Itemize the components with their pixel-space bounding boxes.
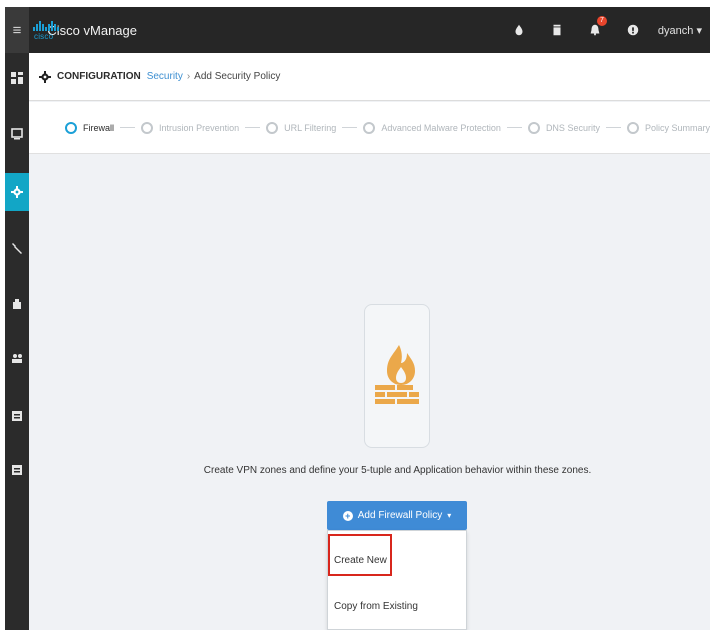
add-firewall-policy-label: Add Firewall Policy — [357, 510, 443, 521]
vanalytics-2-icon[interactable] — [5, 451, 29, 489]
step-circle-icon — [141, 121, 154, 134]
help-icon[interactable] — [614, 7, 652, 53]
step-label: Firewall — [83, 122, 115, 133]
menu-icon[interactable]: ≡ — [5, 7, 29, 53]
step-circle-icon — [527, 121, 540, 134]
app-logo[interactable]: cisco Cisco vManage — [33, 13, 137, 47]
breadcrumb-separator: › — [186, 71, 191, 82]
step-circle-icon — [65, 121, 77, 134]
bell-icon[interactable]: 7 — [576, 7, 614, 53]
step-label: URL Filtering — [284, 122, 337, 133]
step-connector — [120, 127, 136, 128]
vmanage-window: ≡ cisco Cisco vManage 7 dyanch ▾ CONFIGU… — [5, 7, 710, 630]
notification-badge: 7 — [596, 16, 607, 26]
step-label: Advanced Malware Protection — [381, 122, 501, 133]
step-connector — [605, 127, 621, 128]
empty-state-description: Create VPN zones and define your 5-tuple… — [203, 465, 592, 476]
cisco-logo-text: cisco — [34, 32, 54, 41]
cisco-logo-icon: cisco — [33, 17, 59, 43]
step-connector — [506, 127, 522, 128]
step-firewall[interactable]: Firewall — [65, 121, 115, 134]
dashboard-icon[interactable] — [5, 59, 29, 97]
step-url-filtering[interactable]: URL Filtering — [266, 121, 337, 134]
administration-users-icon[interactable] — [5, 339, 29, 377]
trash-icon[interactable] — [538, 7, 576, 53]
breadcrumb-current: Add Security Policy — [194, 71, 281, 82]
step-label: Policy Summary — [644, 122, 710, 133]
app-title: Cisco vManage — [47, 22, 137, 38]
cloud-icon[interactable] — [500, 7, 538, 53]
step-label: DNS Security — [545, 122, 600, 133]
vanalytics-icon[interactable] — [5, 397, 29, 435]
menu-item-copy-from-existing[interactable]: Copy from Existing — [328, 585, 466, 627]
user-caret-icon: ▾ — [696, 24, 702, 37]
firewall-icon — [375, 345, 419, 404]
top-bar: ≡ cisco Cisco vManage 7 dyanch ▾ — [5, 7, 710, 53]
breadcrumb: CONFIGURATION Security › Add Security Po… — [29, 53, 710, 101]
configuration-gear-icon — [39, 70, 51, 83]
step-label: Intrusion Prevention — [159, 122, 240, 133]
left-nav — [5, 53, 29, 630]
plus-icon: + — [342, 510, 353, 521]
highlight-box — [328, 534, 392, 576]
breadcrumb-title: CONFIGURATION — [57, 71, 141, 82]
add-firewall-policy-button[interactable]: + Add Firewall Policy ▾ — [327, 501, 467, 530]
step-connector — [342, 127, 358, 128]
step-connector — [245, 127, 261, 128]
step-policy-summary[interactable]: Policy Summary — [626, 121, 710, 134]
monitor-icon[interactable] — [5, 115, 29, 153]
step-dns-security[interactable]: DNS Security — [527, 121, 600, 134]
configuration-gear-icon[interactable] — [5, 173, 29, 211]
tools-wrench-icon[interactable] — [5, 229, 29, 267]
step-intrusion-prevention[interactable]: Intrusion Prevention — [141, 121, 240, 134]
firewall-illustration — [364, 304, 430, 448]
user-name: dyanch — [657, 24, 694, 37]
user-menu[interactable]: dyanch ▾ — [652, 24, 710, 37]
maintenance-icon[interactable] — [5, 285, 29, 323]
step-circle-icon — [363, 121, 376, 134]
breadcrumb-link-security[interactable]: Security — [147, 71, 183, 82]
wizard-steps: Firewall Intrusion Prevention URL Filter… — [29, 102, 710, 154]
chevron-down-icon: ▾ — [447, 511, 452, 520]
step-circle-icon — [266, 121, 279, 134]
step-circle-icon — [626, 121, 639, 134]
step-advanced-malware-protection[interactable]: Advanced Malware Protection — [363, 121, 501, 134]
